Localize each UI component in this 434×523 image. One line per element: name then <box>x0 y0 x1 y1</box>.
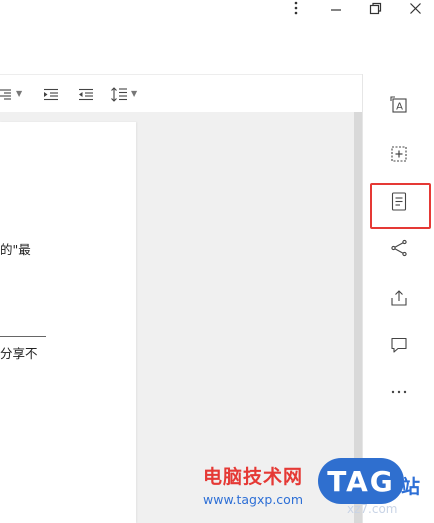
increase-indent-button[interactable] <box>44 85 58 103</box>
add-frame-button[interactable] <box>385 140 413 168</box>
line-spacing-icon <box>111 86 127 102</box>
formatting-toolbar: ▼ ▼ <box>0 74 362 113</box>
text-box-icon: A <box>390 96 407 113</box>
line-spacing-button[interactable]: ▼ <box>111 85 137 103</box>
watermark-title: 电脑技术网 <box>203 466 304 488</box>
svg-text:A: A <box>396 102 403 113</box>
highlight-box <box>370 183 431 229</box>
comment-button[interactable] <box>385 331 413 359</box>
text-box-button[interactable]: A <box>385 91 413 119</box>
close-icon <box>409 2 421 14</box>
restore-button[interactable] <box>361 0 389 16</box>
export-icon <box>391 290 407 306</box>
watermark-faint-text: xz7.com <box>347 502 398 516</box>
comment-icon <box>391 337 407 353</box>
document-text-line[interactable]: 的"最 <box>0 239 31 258</box>
title-bar <box>0 0 434 20</box>
close-button[interactable] <box>401 0 429 16</box>
restore-icon <box>369 2 381 14</box>
add-frame-icon <box>391 146 407 162</box>
chevron-down-icon: ▼ <box>131 89 138 98</box>
decrease-indent-icon <box>79 88 93 100</box>
more-horizontal-icon <box>391 390 407 394</box>
text-underline <box>0 336 46 337</box>
watermark-url: www.tagxp.com <box>203 492 303 507</box>
document-text-line[interactable]: 分享不 <box>0 343 38 362</box>
share-icon <box>391 239 407 257</box>
watermark-site-char: 站 <box>401 476 421 498</box>
align-right-icon <box>0 89 11 100</box>
increase-indent-icon <box>44 88 58 100</box>
more-button[interactable] <box>385 378 413 406</box>
minimize-button[interactable] <box>322 0 350 16</box>
more-options-button[interactable] <box>282 0 310 16</box>
share-button[interactable] <box>385 234 413 262</box>
watermark-badge: TAG <box>318 458 404 504</box>
chevron-down-icon: ▼ <box>16 89 23 98</box>
export-button[interactable] <box>385 284 413 312</box>
decrease-indent-button[interactable] <box>79 85 93 103</box>
document-page[interactable]: 的"最 分享不 <box>0 122 136 523</box>
right-sidebar: A <box>362 74 434 523</box>
minimize-icon <box>331 9 341 11</box>
align-right-button[interactable]: ▼ <box>0 85 22 103</box>
vertical-ellipsis-icon <box>294 1 298 15</box>
watermark: 电脑技术网 www.tagxp.com xz7.com TAG 站 <box>197 458 434 523</box>
